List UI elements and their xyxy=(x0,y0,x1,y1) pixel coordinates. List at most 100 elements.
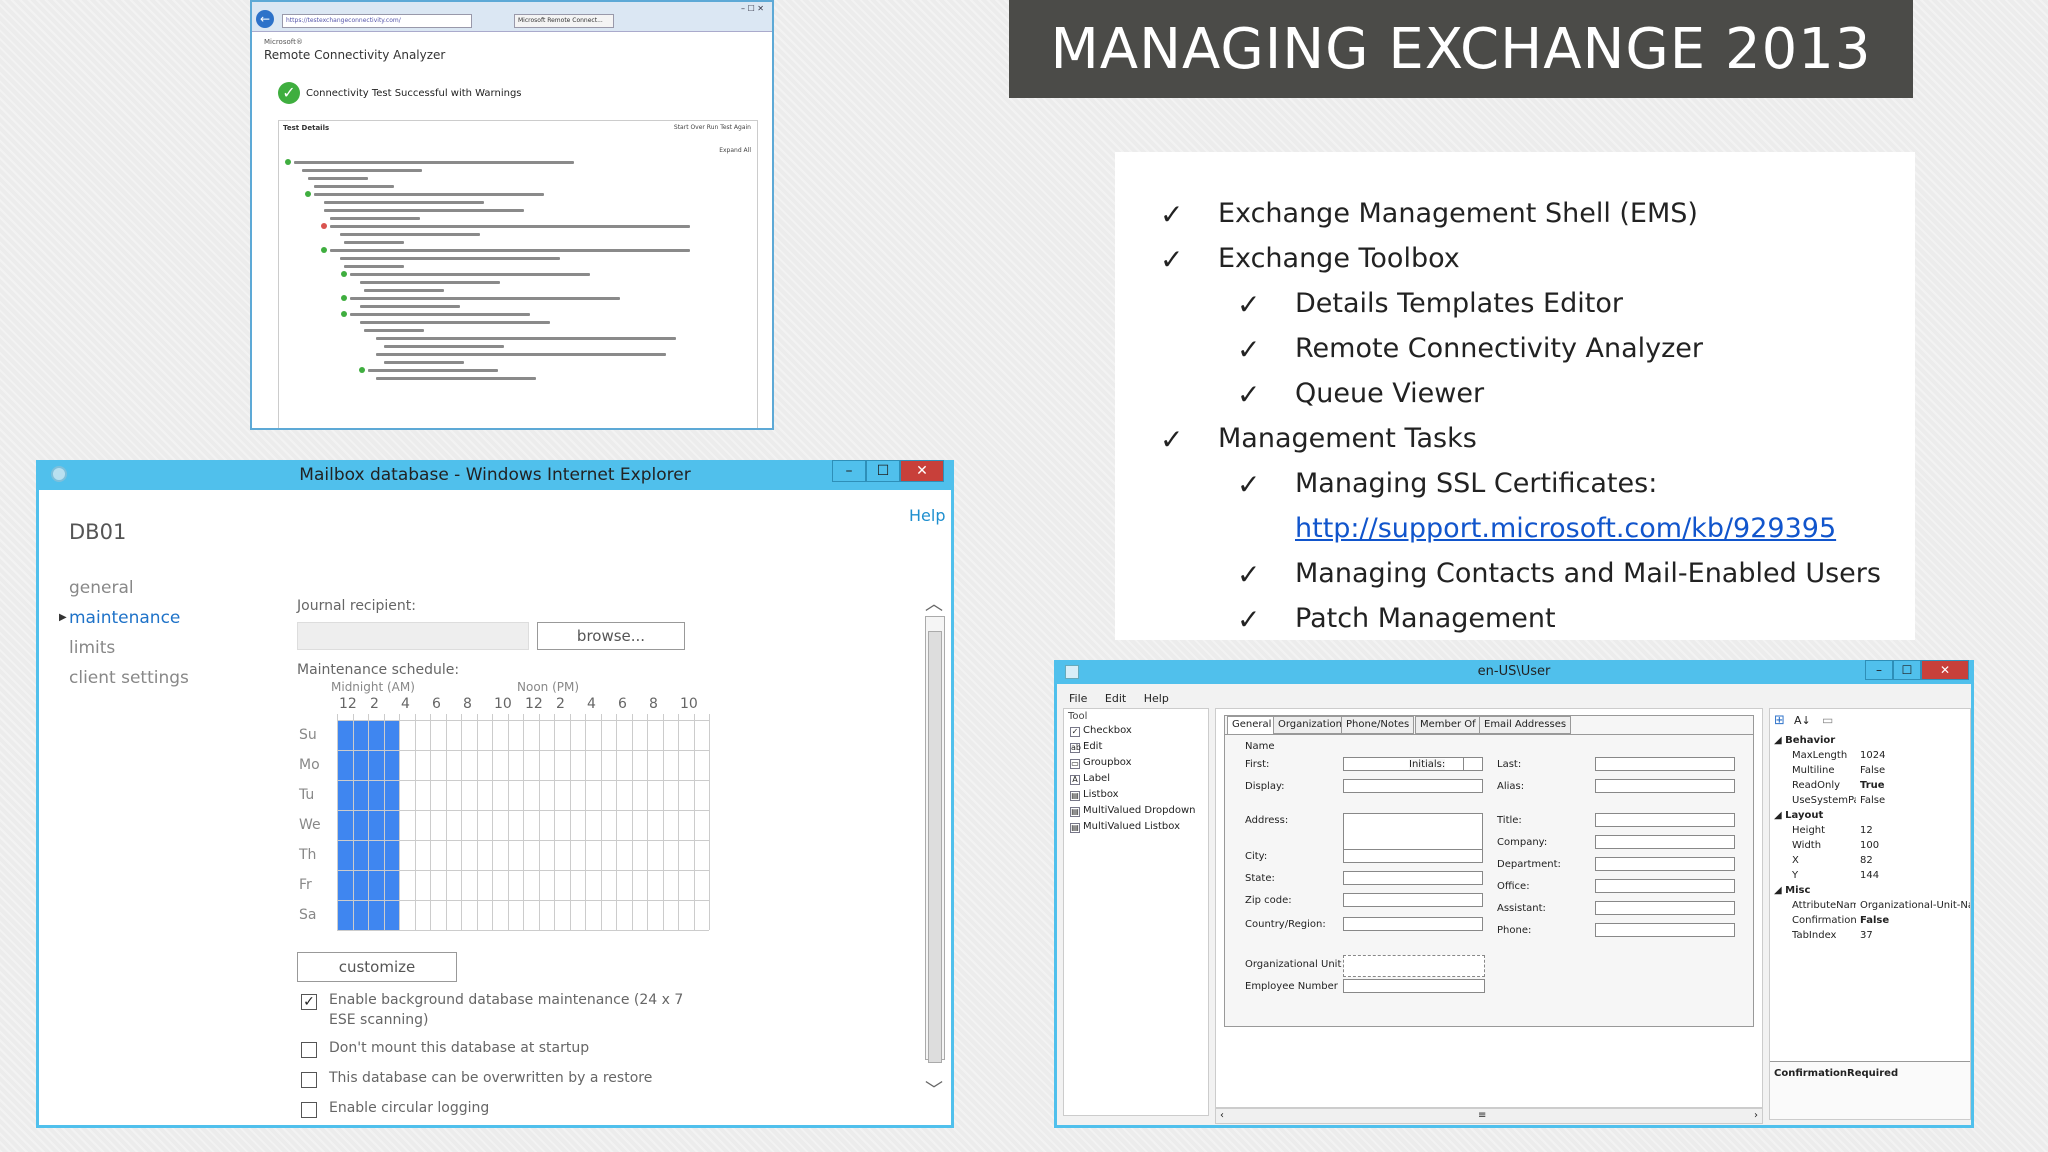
schedule-cell[interactable] xyxy=(384,721,399,750)
field-input[interactable] xyxy=(1595,835,1735,849)
menu-edit[interactable]: Edit xyxy=(1105,692,1126,705)
close-button[interactable]: ✕ xyxy=(1921,660,1969,680)
field-input[interactable] xyxy=(1595,779,1735,793)
kb-link[interactable]: http://support.microsoft.com/kb/929395 xyxy=(1295,513,1836,544)
nav-general[interactable]: general xyxy=(69,578,134,598)
schedule-cell[interactable] xyxy=(369,751,384,780)
window-controls[interactable]: – ☐ ✕ xyxy=(741,4,764,13)
schedule-cell[interactable] xyxy=(384,841,399,870)
schedule-cell[interactable] xyxy=(369,811,384,840)
nav-maintenance[interactable]: maintenance xyxy=(69,608,180,628)
schedule-cell[interactable] xyxy=(338,781,353,810)
schedule-cell[interactable] xyxy=(369,721,384,750)
tab-email-addresses[interactable]: Email Addresses xyxy=(1479,716,1572,734)
rca-toolbar[interactable]: Start Over Run Test Again xyxy=(674,124,751,131)
property-value[interactable]: True xyxy=(1860,780,1970,791)
tool-listbox[interactable]: ▤ Listbox xyxy=(1070,789,1119,801)
enable-maintenance-checkbox[interactable]: ✓ xyxy=(301,994,317,1010)
field-input[interactable] xyxy=(1595,757,1735,771)
schedule-cell[interactable] xyxy=(338,811,353,840)
schedule-cell[interactable] xyxy=(353,871,368,900)
tab-phone-notes[interactable]: Phone/Notes xyxy=(1341,716,1415,734)
property-value[interactable]: False xyxy=(1860,795,1970,806)
schedule-cell[interactable] xyxy=(369,841,384,870)
dont-mount-checkbox[interactable] xyxy=(301,1042,317,1058)
property-section[interactable]: ◢ Misc xyxy=(1774,885,1810,896)
property-section[interactable]: ◢ Layout xyxy=(1774,810,1823,821)
field-input[interactable] xyxy=(1595,857,1735,871)
property-value[interactable]: 82 xyxy=(1860,855,1970,866)
property-section[interactable]: ◢ Behavior xyxy=(1774,735,1835,746)
maximize-button[interactable]: ☐ xyxy=(866,460,900,482)
field-input[interactable] xyxy=(1343,871,1483,885)
minimize-button[interactable]: – xyxy=(1865,660,1893,680)
schedule-cell[interactable] xyxy=(353,841,368,870)
property-value[interactable]: 37 xyxy=(1860,930,1970,941)
property-value[interactable]: 144 xyxy=(1860,870,1970,881)
scroll-right-icon[interactable]: › xyxy=(1754,1109,1758,1123)
schedule-cell[interactable] xyxy=(369,871,384,900)
tab-organization[interactable]: Organization xyxy=(1273,716,1347,734)
field-input[interactable] xyxy=(1343,917,1483,931)
schedule-cell[interactable] xyxy=(338,721,353,750)
schedule-cell[interactable] xyxy=(353,751,368,780)
property-value[interactable]: False xyxy=(1860,765,1970,776)
scroll-left-icon[interactable]: ‹ xyxy=(1220,1109,1224,1123)
employee-number-input[interactable] xyxy=(1343,979,1485,993)
close-button[interactable]: ✕ xyxy=(900,460,944,482)
schedule-cell[interactable] xyxy=(353,781,368,810)
browser-tab[interactable]: Microsoft Remote Connect... xyxy=(514,14,614,28)
browse-button[interactable]: browse... xyxy=(537,622,685,650)
org-unit-input[interactable] xyxy=(1343,955,1485,977)
back-icon[interactable]: ← xyxy=(256,10,274,28)
initials-input[interactable] xyxy=(1463,757,1483,771)
tab-member-of[interactable]: Member Of xyxy=(1415,716,1481,734)
maximize-button[interactable]: ☐ xyxy=(1893,660,1921,680)
schedule-cell[interactable] xyxy=(353,721,368,750)
field-input[interactable] xyxy=(1595,879,1735,893)
tool-groupbox[interactable]: ▭ Groupbox xyxy=(1070,757,1132,769)
bullet-item[interactable]: http://support.microsoft.com/kb/929395 xyxy=(1237,513,1836,544)
schedule-cell[interactable] xyxy=(384,871,399,900)
schedule-cell[interactable] xyxy=(384,751,399,780)
circular-logging-checkbox[interactable] xyxy=(301,1102,317,1118)
schedule-cell[interactable] xyxy=(384,781,399,810)
field-input[interactable] xyxy=(1343,893,1483,907)
maintenance-schedule-grid[interactable]: 12 2 4 6 8 10 12 2 4 6 8 10 Su Mo Tu We Th Fr Sa xyxy=(299,696,710,931)
property-value[interactable]: 1024 xyxy=(1860,750,1970,761)
scroll-down-icon[interactable]: ﹀ xyxy=(925,1076,943,1102)
property-value[interactable]: 100 xyxy=(1860,840,1970,851)
schedule-cell[interactable] xyxy=(338,841,353,870)
horizontal-scrollbar[interactable]: ‹ ≡ › xyxy=(1215,1108,1763,1124)
field-input[interactable] xyxy=(1343,813,1483,851)
help-link[interactable]: Help xyxy=(909,506,945,525)
property-value[interactable]: 12 xyxy=(1860,825,1970,836)
address-bar[interactable]: https://testexchangeconnectivity.com/ xyxy=(282,14,472,28)
tool-multivalued-listbox[interactable]: ▤ MultiValued Listbox xyxy=(1070,821,1180,833)
nav-limits[interactable]: limits xyxy=(69,638,115,658)
schedule-cell[interactable] xyxy=(384,901,399,930)
schedule-cell[interactable] xyxy=(338,871,353,900)
minimize-button[interactable]: – xyxy=(832,460,866,482)
property-value[interactable]: False xyxy=(1860,915,1970,926)
schedule-cell[interactable] xyxy=(353,811,368,840)
property-value[interactable]: Organizational-Unit-Name xyxy=(1860,900,1970,911)
menu-file[interactable]: File xyxy=(1069,692,1087,705)
property-pages-icon[interactable]: ▭ xyxy=(1822,713,1833,727)
schedule-cell[interactable] xyxy=(384,811,399,840)
tool-edit[interactable]: ab Edit xyxy=(1070,741,1102,753)
schedule-cell[interactable] xyxy=(369,781,384,810)
field-input[interactable] xyxy=(1343,779,1483,793)
scroll-thumb-grip[interactable]: ≡ xyxy=(1478,1109,1486,1123)
customize-button[interactable]: customize xyxy=(297,952,457,982)
scroll-thumb[interactable] xyxy=(928,631,942,1063)
menu-help[interactable]: Help xyxy=(1144,692,1169,705)
tool-checkbox[interactable]: ✓ Checkbox xyxy=(1070,725,1132,737)
sort-icon[interactable]: A↓ xyxy=(1794,714,1811,727)
tool-multivalued-dropdown[interactable]: ▤ MultiValued Dropdown xyxy=(1070,805,1195,817)
schedule-cell[interactable] xyxy=(353,901,368,930)
field-input[interactable] xyxy=(1595,813,1735,827)
field-input[interactable] xyxy=(1343,849,1483,863)
journal-recipient-input[interactable] xyxy=(297,622,529,650)
field-input[interactable] xyxy=(1595,923,1735,937)
